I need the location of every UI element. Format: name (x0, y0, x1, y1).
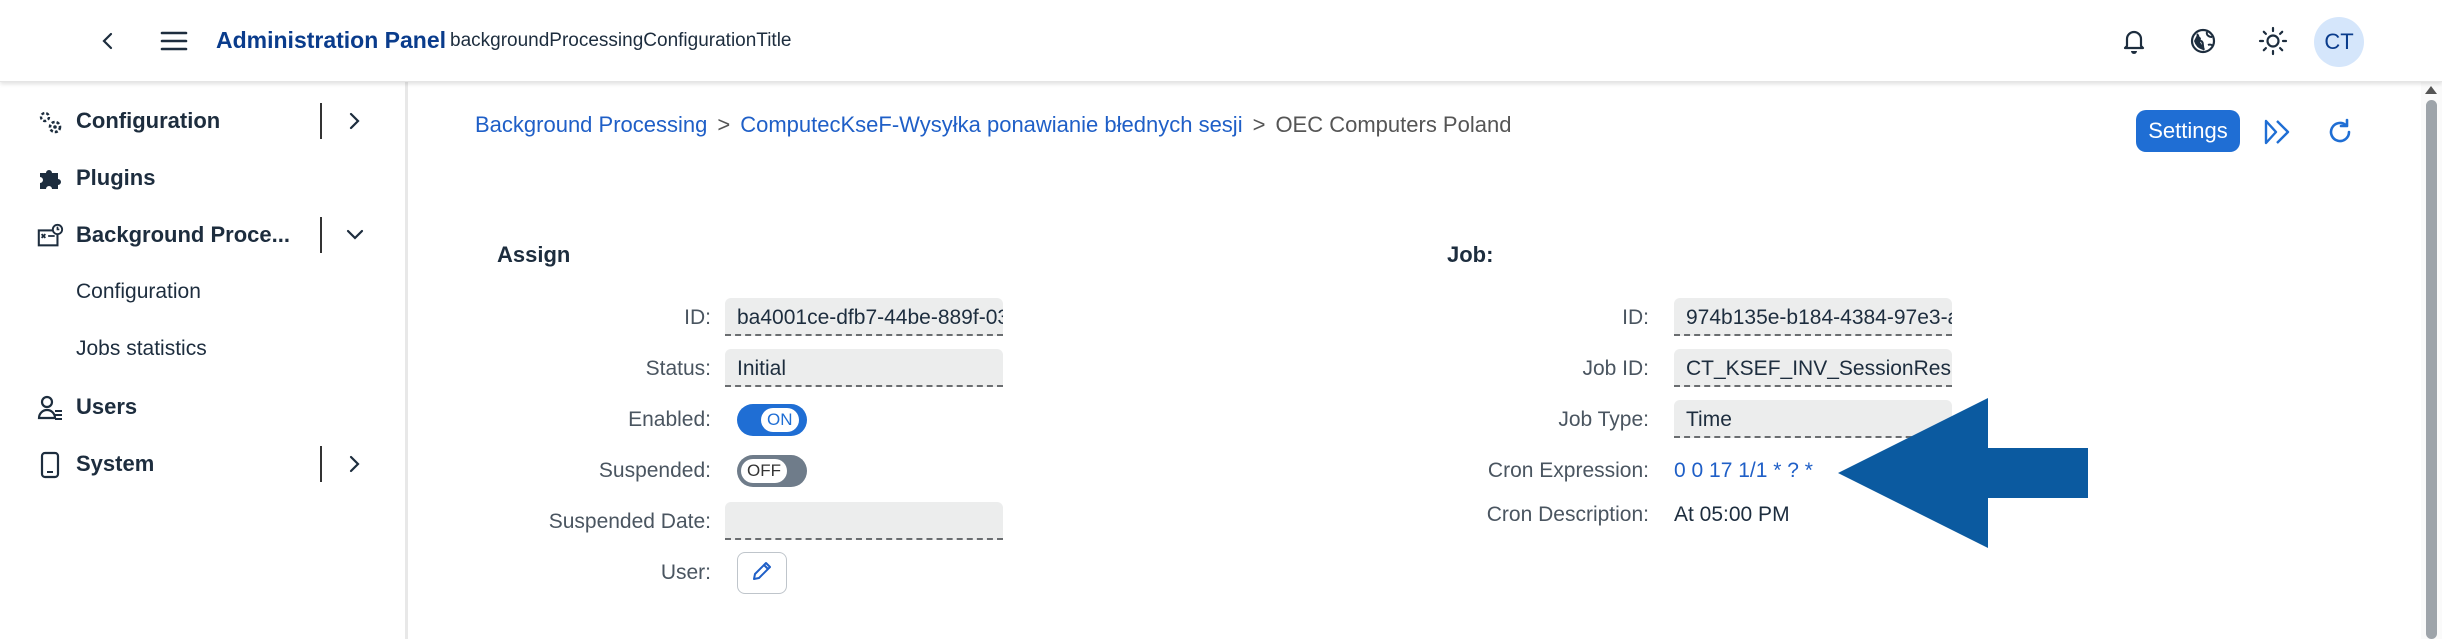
assign-suspended-date-label-text: Suspended Date: (548, 510, 711, 533)
enabled-toggle-text: ON (761, 408, 799, 432)
breadcrumb-link-background-processing[interactable]: Background Processing (475, 112, 707, 138)
scroll-up-arrow-icon[interactable] (2425, 86, 2437, 94)
cron-expression-link[interactable]: 0 0 17 1/1 * ? * (1674, 459, 1813, 483)
breadcrumb-link-process[interactable]: ComputecKseF-Wysyłka ponawianie błednych… (740, 112, 1242, 138)
bell-icon[interactable] (2117, 24, 2151, 58)
gears-icon (36, 108, 64, 136)
cron-description-label-text: Cron Description: (1486, 503, 1649, 526)
suspended-date-field[interactable] (725, 502, 1003, 540)
job-id-label-text: ID: (1622, 306, 1649, 329)
assign-enabled-label-text: Enabled: (628, 408, 711, 431)
sidebar-item-label: Background Proce... (76, 222, 290, 247)
suspended-toggle-text: OFF (741, 459, 787, 483)
chevron-right-icon[interactable] (342, 108, 368, 134)
sidebar-item-label: Plugins (76, 165, 156, 190)
job-id-field[interactable]: CT_KSEF_INV_SessionResurect (1674, 349, 1952, 387)
annotation-arrow-icon (1838, 398, 2088, 548)
assign-status-field[interactable]: Initial (725, 349, 1003, 387)
divider (320, 446, 322, 482)
assign-section-title: Assign (497, 242, 571, 267)
job-type-label-text: Job Type: (1558, 408, 1649, 431)
assign-status-label-text: Status: (645, 357, 711, 380)
chevron-down-icon[interactable] (342, 222, 368, 248)
app-title[interactable]: Administration Panel (216, 27, 446, 54)
sidebar-item-label: Jobs statistics (76, 337, 207, 360)
assign-suspended-label-text: Suspended: (598, 459, 711, 482)
avatar[interactable]: CT (2314, 17, 2364, 67)
hamburger-menu-icon[interactable] (158, 25, 190, 57)
assign-id-field[interactable]: ba4001ce-dfb7-44be-889f-035d... (725, 298, 1003, 336)
sidebar-item-configuration[interactable]: Configuration (0, 95, 405, 147)
sidebar-item-plugins[interactable]: Plugins (0, 152, 405, 204)
back-chevron-icon[interactable] (92, 25, 124, 57)
vertical-scrollbar[interactable] (2421, 82, 2442, 639)
assign-id-label-text: ID: (684, 306, 711, 329)
refresh-icon[interactable] (2322, 114, 2358, 150)
device-icon (36, 451, 64, 479)
cron-expression-label-text: Cron Expression: (1487, 459, 1649, 482)
divider (320, 103, 322, 139)
sidebar-subitem-jobs-statistics[interactable]: Jobs statistics (0, 324, 405, 374)
settings-button[interactable]: Settings (2136, 110, 2240, 152)
main-content: Background Processing > ComputecKseF-Wys… (411, 82, 2421, 639)
chevron-right-icon[interactable] (342, 451, 368, 477)
pencil-icon (750, 559, 774, 588)
sidebar-item-background-processing[interactable]: Background Proce... (0, 209, 405, 261)
sidebar-item-label: System (76, 451, 155, 476)
sidebar-item-label: Users (76, 394, 138, 419)
breadcrumb: Background Processing > ComputecKseF-Wys… (475, 112, 1511, 138)
cron-description-value: At 05:00 PM (1674, 503, 1790, 526)
sidebar-item-users[interactable]: Users (0, 381, 405, 433)
assign-user-label-text: User: (660, 561, 711, 584)
job-section-title: Job: (1447, 242, 1494, 267)
job-jobid-label-text: Job ID: (1582, 357, 1649, 380)
user-icon (36, 394, 64, 422)
enabled-toggle[interactable]: ON (737, 404, 807, 436)
sidebar-item-system[interactable]: System (0, 438, 405, 490)
divider (320, 217, 322, 253)
sidebar: Configuration Plugins Background Proce..… (0, 82, 408, 639)
breadcrumb-current: OEC Computers Poland (1275, 112, 1512, 137)
globe-icon[interactable] (2186, 24, 2220, 58)
run-icon[interactable] (2259, 114, 2295, 150)
suspended-toggle[interactable]: OFF (737, 455, 807, 487)
puzzle-icon (36, 165, 64, 193)
sidebar-item-label: Configuration (76, 280, 201, 303)
background-process-icon (36, 222, 64, 250)
scrollbar-thumb[interactable] (2426, 100, 2437, 639)
job-uuid-field[interactable]: 974b135e-b184-4384-97e3-aa5... (1674, 298, 1952, 336)
sun-icon[interactable] (2256, 24, 2290, 58)
sidebar-subitem-configuration[interactable]: Configuration (0, 267, 405, 317)
page-subtitle: backgroundProcessingConfigurationTitle (450, 30, 792, 51)
breadcrumb-separator: > (717, 112, 731, 137)
breadcrumb-separator: > (1252, 112, 1266, 137)
shell-header: Administration Panel backgroundProcessin… (0, 0, 2442, 82)
edit-user-button[interactable] (737, 552, 787, 594)
sidebar-item-label: Configuration (76, 108, 221, 133)
